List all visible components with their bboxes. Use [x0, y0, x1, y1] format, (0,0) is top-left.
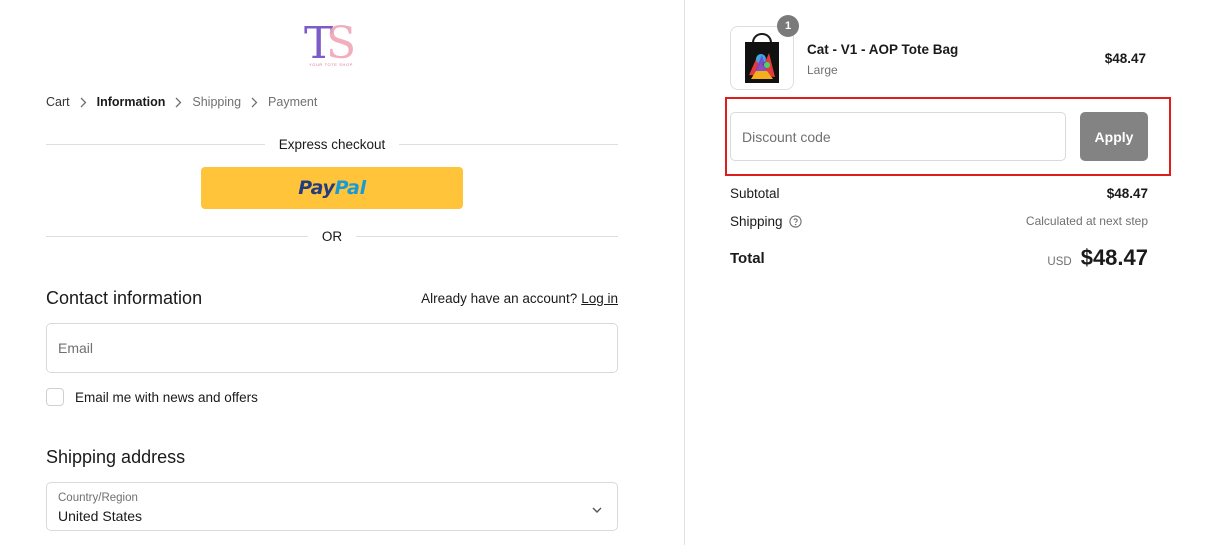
logo-mark: T S: [304, 18, 356, 69]
email-input[interactable]: [47, 324, 617, 372]
breadcrumb-information: Information: [96, 95, 166, 109]
total-label: Total: [730, 249, 765, 267]
paypal-button[interactable]: PayPal: [201, 167, 463, 209]
newsletter-checkbox[interactable]: [46, 388, 64, 406]
breadcrumb-payment: Payment: [268, 95, 318, 109]
newsletter-option[interactable]: Email me with news and offers: [46, 388, 258, 406]
account-prompt: Already have an account? Log in: [421, 291, 618, 306]
newsletter-label[interactable]: Email me with news and offers: [75, 390, 258, 405]
shipping-value: Calculated at next step: [1025, 214, 1148, 228]
total-row: Total USD $48.47: [730, 245, 1148, 271]
quantity-badge: 1: [777, 15, 799, 37]
paypal-logo: PayPal: [298, 177, 366, 199]
shipping-address-title: Shipping address: [46, 447, 186, 467]
country-label: Country/Region: [58, 492, 138, 504]
chevron-right-icon: [251, 96, 258, 108]
email-field[interactable]: [46, 323, 618, 373]
divider: [46, 235, 308, 237]
total-value: $48.47: [1080, 245, 1148, 270]
product-variant: Large: [807, 63, 838, 77]
logo-tagline: YOUR TOTE SHOP: [308, 62, 354, 67]
subtotal-label: Subtotal: [730, 185, 780, 201]
breadcrumb: Cart Information Shipping Payment: [46, 94, 317, 110]
checkout-main: T S YOUR TOTE SHOP Cart Information Ship…: [0, 0, 684, 545]
country-value: United States: [58, 508, 143, 524]
or-divider: OR: [46, 228, 618, 244]
total-amount-group: USD $48.47: [1047, 245, 1148, 271]
discount-field[interactable]: [730, 112, 1066, 161]
divider: [399, 143, 618, 145]
chevron-right-icon: [80, 96, 87, 108]
subtotal-row: Subtotal $48.47: [730, 185, 1148, 201]
product-price: $48.47: [1104, 51, 1146, 66]
chevron-down-icon: [591, 502, 603, 513]
divider: [356, 235, 618, 237]
order-summary: 1 Cat - V1 - AOP Tote Bag Large $48.47 A…: [684, 0, 1226, 545]
divider: [46, 143, 265, 145]
svg-text:S: S: [326, 18, 356, 62]
shipping-label-group: Shipping: [730, 214, 802, 229]
contact-information-title: Contact information: [46, 288, 203, 308]
breadcrumb-shipping: Shipping: [192, 95, 242, 109]
question-circle-icon[interactable]: [788, 214, 802, 228]
discount-input[interactable]: [731, 113, 1065, 160]
or-label: OR: [321, 228, 343, 244]
shipping-label: Shipping: [730, 213, 783, 229]
chevron-right-icon: [175, 96, 182, 108]
currency-code: USD: [1047, 256, 1072, 268]
express-checkout-heading: Express checkout: [46, 136, 618, 152]
shipping-row: Shipping Calculated at next step: [730, 213, 1148, 229]
account-prompt-text: Already have an account?: [421, 291, 578, 306]
apply-button[interactable]: Apply: [1080, 112, 1148, 161]
breadcrumb-cart[interactable]: Cart: [46, 95, 70, 109]
login-link[interactable]: Log in: [581, 291, 618, 306]
store-logo[interactable]: T S YOUR TOTE SHOP: [300, 16, 362, 70]
product-name: Cat - V1 - AOP Tote Bag: [807, 42, 959, 57]
express-checkout-title: Express checkout: [278, 136, 386, 152]
country-select[interactable]: Country/Region United States: [46, 482, 618, 531]
subtotal-value: $48.47: [1106, 185, 1148, 201]
